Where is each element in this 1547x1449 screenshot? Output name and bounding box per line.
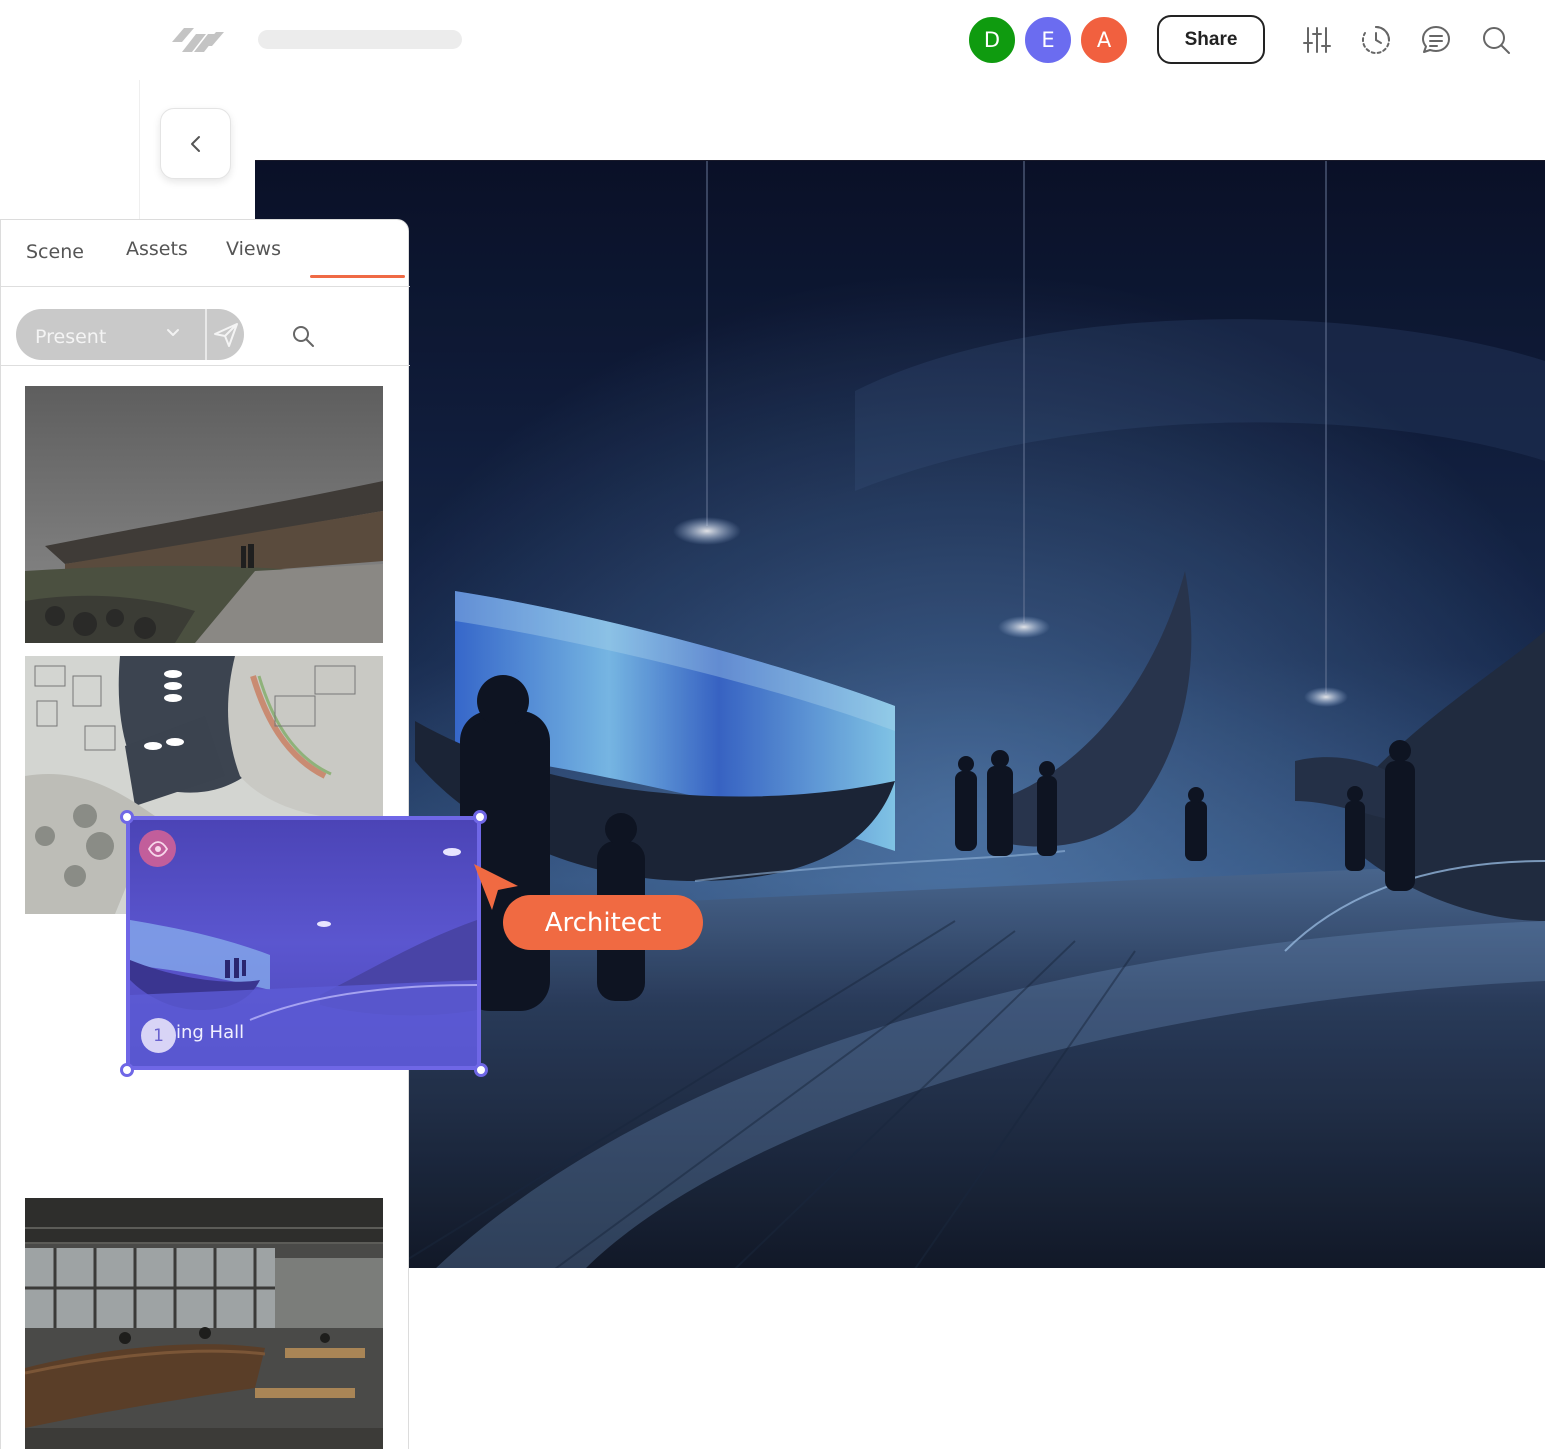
chevron-left-icon [190, 135, 200, 152]
avatar[interactable]: A [1079, 15, 1129, 65]
resize-handle[interactable] [473, 810, 487, 824]
active-tab-indicator [310, 275, 405, 278]
divider [1, 365, 410, 366]
present-label: Present [35, 326, 107, 348]
avatar[interactable]: E [1023, 15, 1073, 65]
comment-icon[interactable] [1420, 24, 1452, 56]
present-dropdown[interactable]: Present [16, 309, 244, 360]
search-icon[interactable] [1480, 24, 1512, 56]
visibility-toggle[interactable] [139, 830, 176, 867]
resize-handle[interactable] [474, 1063, 488, 1077]
send-icon[interactable] [212, 321, 240, 349]
tab-assets[interactable]: Assets [126, 238, 188, 260]
resize-handle[interactable] [120, 810, 134, 824]
view-thumbnail[interactable] [25, 386, 383, 643]
share-button[interactable]: Share [1157, 15, 1265, 64]
chevron-down-icon [167, 329, 179, 336]
view-number-badge: 1 [141, 1018, 176, 1053]
app-logo[interactable] [170, 22, 226, 58]
workshop-interior-image [25, 1198, 383, 1449]
document-title-placeholder [258, 30, 462, 49]
scene-viewport[interactable] [255, 160, 1545, 1268]
avatar[interactable]: D [967, 15, 1017, 65]
divider [205, 309, 207, 360]
resize-handle[interactable] [120, 1063, 134, 1077]
eye-icon [147, 840, 168, 857]
avatar-initial: A [1096, 28, 1112, 52]
divider [139, 80, 140, 220]
divider [1, 286, 410, 287]
tab-scene[interactable]: Scene [26, 241, 84, 263]
exterior-building-image [25, 386, 383, 643]
collapse-panel-button[interactable] [160, 108, 231, 179]
avatar-initial: D [983, 28, 1001, 52]
tab-views[interactable]: Views [226, 238, 281, 260]
sliders-icon[interactable] [1301, 24, 1333, 56]
view-name: ing Hall [176, 1022, 245, 1043]
view-thumbnail[interactable] [25, 1198, 383, 1449]
cursor-name-label: Architect [503, 895, 703, 950]
history-icon[interactable] [1360, 24, 1392, 56]
search-icon[interactable] [291, 324, 315, 348]
avatar-initial: E [1041, 28, 1055, 52]
